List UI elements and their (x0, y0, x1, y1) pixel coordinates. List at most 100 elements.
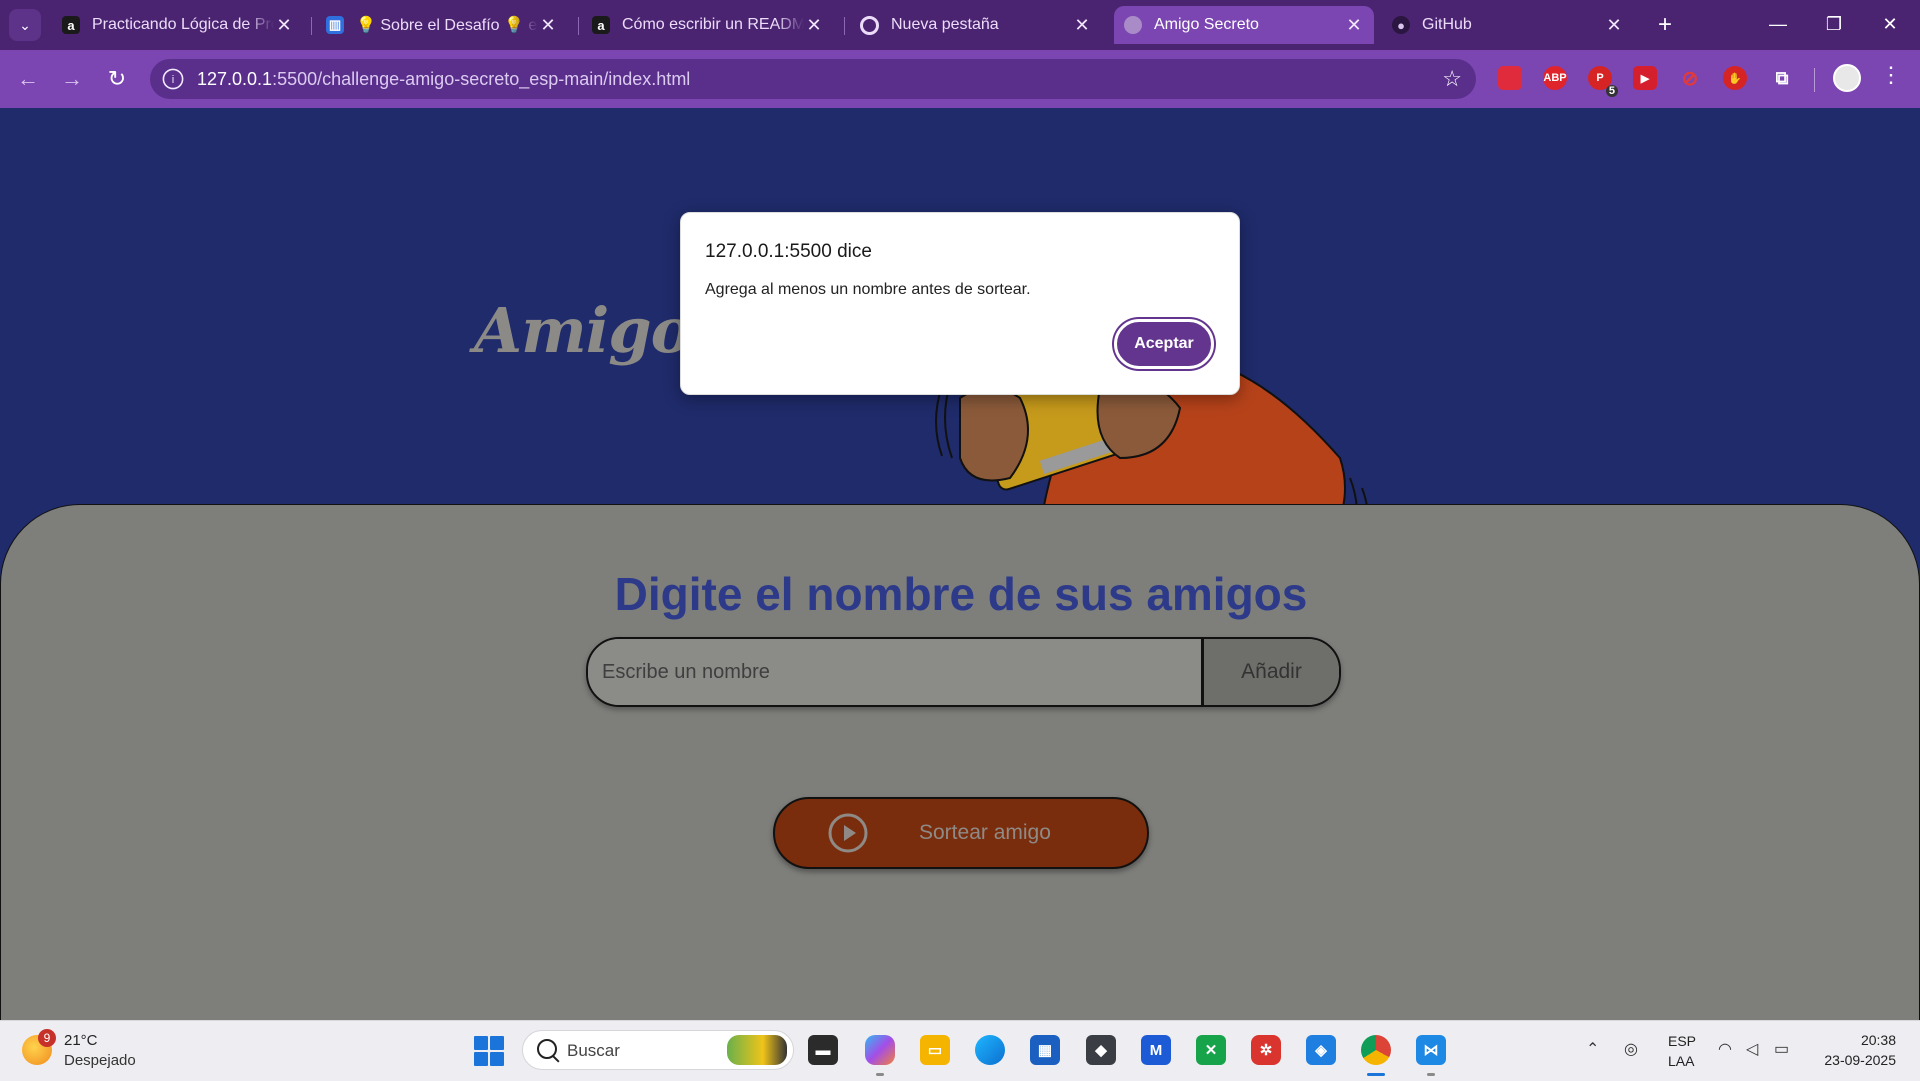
dialog-accept-button[interactable]: Aceptar (1114, 319, 1214, 369)
vscode-icon[interactable]: ⋈ (1416, 1035, 1446, 1065)
tab-practicando-logica[interactable]: a Practicando Lógica de Programación ✕ (52, 6, 304, 44)
extension-label: ABP (1543, 72, 1567, 84)
restore-window-button[interactable]: ❐ (1808, 6, 1860, 42)
app-m-icon[interactable]: M (1141, 1035, 1171, 1065)
tab-readme[interactable]: a Cómo escribir un README ✕ (582, 6, 834, 44)
microsoft-store-icon[interactable]: ▦ (1030, 1035, 1060, 1065)
tab-search-menu-button[interactable]: ⌄ (9, 9, 41, 41)
name-input-group: Añadir (586, 637, 1341, 707)
adblock-plus-extension-icon[interactable]: ABP (1543, 66, 1567, 90)
draw-button-label: Sortear amigo (919, 821, 1051, 844)
xbox-icon[interactable]: ✕ (1196, 1035, 1226, 1065)
app-active-indicator (1367, 1073, 1385, 1076)
tab-label: 💡 Sobre el Desafío 💡 en Trello (356, 17, 538, 34)
tab-separator (578, 17, 579, 35)
github-favicon-icon: ● (1392, 16, 1410, 34)
site-info-icon[interactable]: i (162, 68, 184, 90)
tab-label: Practicando Lógica de Programación (92, 16, 274, 33)
edge-browser-icon[interactable] (975, 1035, 1005, 1065)
browser-menu-icon[interactable]: ⋮ (1880, 62, 1902, 88)
trello-favicon-icon: ▥ (326, 16, 344, 34)
weather-temperature: 21°C (64, 1032, 98, 1049)
tab-amigo-secreto[interactable]: Amigo Secreto ✕ (1114, 6, 1374, 44)
tray-device-icon[interactable]: ◎ (1624, 1039, 1638, 1059)
tab-github[interactable]: ● GitHub ✕ (1382, 6, 1634, 44)
extension-play-icon[interactable]: ▶ (1633, 66, 1657, 90)
dialog-title: 127.0.0.1:5500 dice (705, 241, 872, 262)
tab-label: Cómo escribir un README (622, 16, 804, 33)
section-title: Digite el nombre de sus amigos (614, 568, 1308, 620)
search-highlight-image (727, 1035, 787, 1065)
tab-label: Amigo Secreto (1154, 16, 1259, 33)
add-friend-button[interactable]: Añadir (1201, 639, 1339, 705)
blocked-extension-icon[interactable]: ⊘ (1678, 66, 1702, 90)
task-view-icon[interactable]: ▬ (808, 1035, 838, 1065)
close-tab-icon[interactable]: ✕ (1604, 15, 1624, 36)
extension-badge: 5 (1605, 85, 1618, 97)
app-running-indicator (876, 1073, 884, 1076)
alura-favicon-icon: a (592, 16, 610, 34)
search-label: Buscar (567, 1041, 620, 1060)
alura-favicon-icon: a (62, 16, 80, 34)
input-language[interactable]: ESP (1668, 1033, 1696, 1049)
url-text[interactable]: 127.0.0.1:5500/challenge-amigo-secreto_e… (197, 69, 690, 90)
input-section: Digite el nombre de sus amigos Añadir So… (0, 504, 1920, 1020)
toolbar-separator (1814, 68, 1815, 92)
tab-label: GitHub (1422, 16, 1472, 33)
cube-app-icon[interactable]: ◆ (1086, 1035, 1116, 1065)
profile-avatar[interactable] (1833, 64, 1861, 92)
tab-sobre-el-desafio[interactable]: ▥ 💡 Sobre el Desafío 💡 en Trello ✕ (316, 6, 568, 44)
url-path: :5500/challenge-amigo-secreto_esp-main/i… (272, 69, 691, 89)
volume-icon[interactable]: ◁ (1746, 1039, 1758, 1059)
play-circle-icon (828, 813, 868, 853)
dialog-message: Agrega al menos un nombre antes de sorte… (705, 281, 1031, 298)
address-bar[interactable]: i 127.0.0.1:5500/challenge-amigo-secreto… (150, 59, 1476, 99)
chrome-taskbar-icon[interactable] (1361, 1035, 1391, 1065)
file-explorer-icon[interactable]: ▭ (920, 1035, 950, 1065)
windows-start-icon[interactable] (474, 1036, 504, 1066)
close-tab-icon[interactable]: ✕ (538, 15, 558, 36)
blue-app-icon[interactable]: ◈ (1306, 1035, 1336, 1065)
tab-separator (311, 17, 312, 35)
extension-label: ▶ (1640, 72, 1650, 85)
clock-date[interactable]: 23-09-2025 (1818, 1052, 1896, 1068)
bookmark-star-icon[interactable]: ☆ (1442, 66, 1462, 92)
wifi-icon[interactable]: ◠ (1718, 1039, 1732, 1059)
close-tab-icon[interactable]: ✕ (804, 15, 824, 36)
friend-name-input[interactable] (588, 639, 1201, 705)
copilot-icon[interactable] (865, 1035, 895, 1065)
extension-label: ⊘ (1681, 67, 1699, 90)
back-arrow-icon[interactable]: ← (12, 63, 44, 95)
tab-nueva-pestana[interactable]: Nueva pestaña ✕ (850, 6, 1102, 44)
browser-toolbar: ← → ↻ i 127.0.0.1:5500/challenge-amigo-s… (0, 50, 1920, 108)
draw-friend-button[interactable]: Sortear amigo (773, 797, 1149, 869)
pocket-extension-icon[interactable] (1498, 66, 1522, 90)
close-tab-icon[interactable]: ✕ (1344, 15, 1364, 36)
weather-condition: Despejado (64, 1052, 136, 1069)
close-tab-icon[interactable]: ✕ (274, 15, 294, 36)
tab-label: Nueva pestaña (891, 16, 999, 33)
url-host: 127.0.0.1 (197, 69, 273, 89)
hand-stop-extension-icon[interactable]: ✋ (1723, 66, 1747, 90)
extensions-puzzle-icon[interactable]: ⧉ (1770, 66, 1794, 90)
red-app-icon[interactable]: ✲ (1251, 1035, 1281, 1065)
new-tab-button[interactable]: + (1650, 10, 1680, 40)
minimize-window-button[interactable]: — (1752, 6, 1804, 42)
globe-favicon-icon (1124, 16, 1142, 34)
keyboard-layout[interactable]: LAA (1668, 1053, 1694, 1069)
forward-arrow-icon[interactable]: → (56, 63, 88, 95)
chrome-favicon-icon (860, 15, 879, 35)
windows-taskbar: 9 21°C Despejado Buscar ▬ ▭ ▦ ◆ M ✕ ✲ ◈ … (0, 1020, 1920, 1081)
weather-badge: 9 (38, 1029, 56, 1047)
close-tab-icon[interactable]: ✕ (1072, 15, 1092, 36)
reload-icon[interactable]: ↻ (101, 63, 133, 95)
taskbar-search-box[interactable]: Buscar (522, 1030, 794, 1070)
close-window-button[interactable]: ✕ (1864, 6, 1916, 42)
battery-icon[interactable]: ▭ (1774, 1039, 1789, 1059)
extension-label: P (1596, 72, 1604, 84)
extension-label: ✋ (1728, 72, 1742, 85)
clock-time[interactable]: 20:38 (1858, 1032, 1896, 1048)
page-viewport: Amigo Secreto Digite el nombre de sus am… (0, 108, 1920, 1020)
extension-red-badge-icon[interactable]: P5 (1588, 66, 1618, 97)
show-hidden-icons-chevron-icon[interactable]: ⌃ (1586, 1039, 1599, 1059)
